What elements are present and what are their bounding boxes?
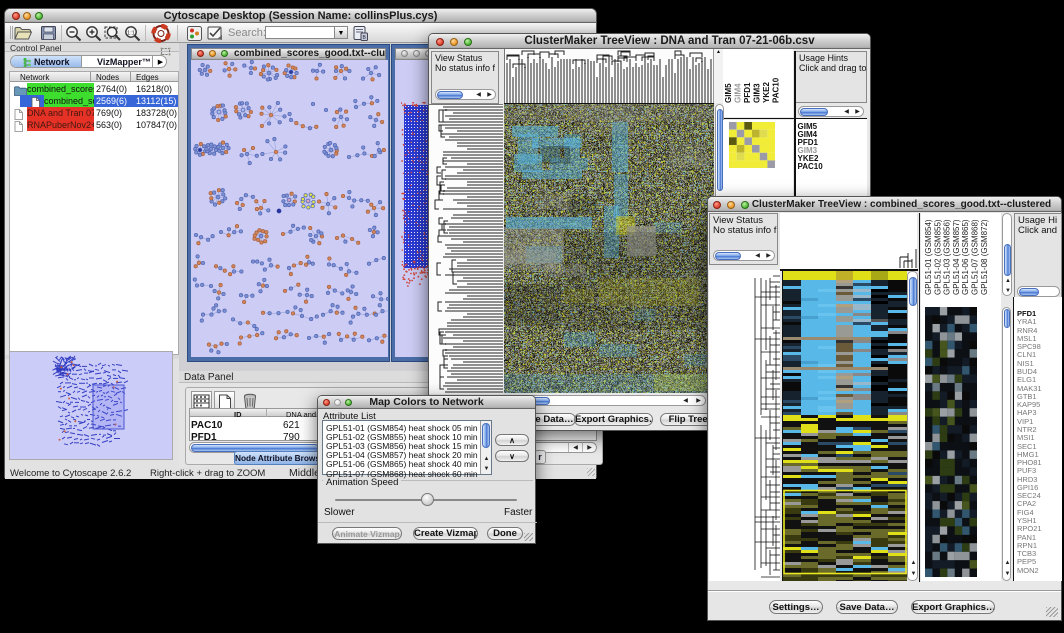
svg-text:GPL51-01 (GSM854): GPL51-01 (GSM854) xyxy=(924,219,933,295)
svg-text:GPL51-08 (GSM872): GPL51-08 (GSM872) xyxy=(980,219,989,295)
svg-text:GPL51-02 (GSM855): GPL51-02 (GSM855) xyxy=(933,219,942,295)
svg-text:GPL51-04 (GSM857): GPL51-04 (GSM857) xyxy=(952,219,961,295)
svg-text:GPL51-07 (GSM868): GPL51-07 (GSM868) xyxy=(971,219,980,295)
svg-text:PFD1: PFD1 xyxy=(743,82,752,103)
svg-text:1:1: 1:1 xyxy=(127,30,135,36)
svg-text:YKE2: YKE2 xyxy=(762,82,771,103)
svg-text:GPL51-03 (GSM856): GPL51-03 (GSM856) xyxy=(943,219,952,295)
svg-text:GIM3: GIM3 xyxy=(753,83,762,103)
svg-text:PAC10: PAC10 xyxy=(772,77,781,103)
svg-text:GIM5: GIM5 xyxy=(724,83,733,103)
svg-text:GIM4: GIM4 xyxy=(734,83,743,103)
svg-text:GPL51-06 (GSM865): GPL51-06 (GSM865) xyxy=(961,219,970,295)
